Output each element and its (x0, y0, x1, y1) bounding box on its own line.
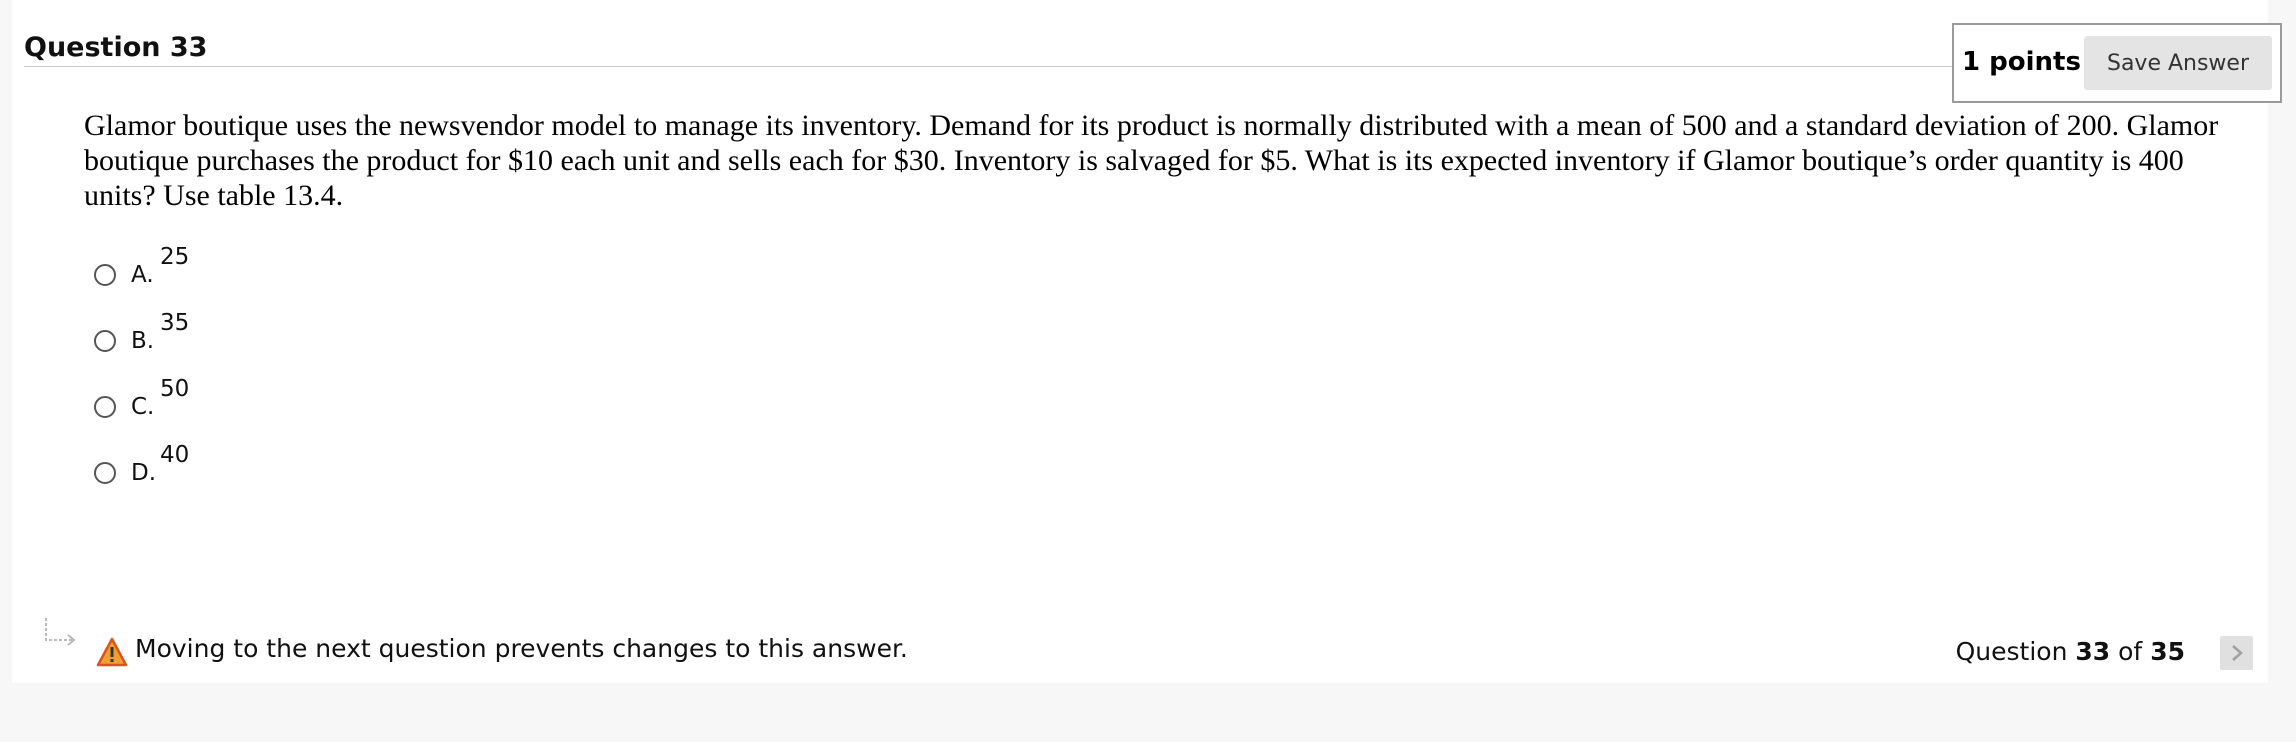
choice-d-value: 40 (160, 442, 190, 468)
question-panel: Question 33 1 points Save Answer Glamor … (12, 0, 2282, 683)
choice-b-value: 35 (160, 310, 190, 336)
question-pager: Question 33 of 35 (1956, 637, 2185, 666)
choice-c-value: 50 (160, 376, 190, 402)
next-question-button[interactable] (2220, 636, 2253, 670)
choice-a-radio[interactable] (94, 264, 116, 286)
choice-b-radio[interactable] (94, 330, 116, 352)
points-label: 1 points (1962, 47, 2081, 77)
choice-a-value: 25 (160, 244, 190, 270)
return-arrow-icon (45, 618, 76, 646)
pager-current: 33 (2075, 637, 2111, 666)
question-title: Question 33 (24, 32, 208, 63)
choice-d-letter: D. (131, 460, 157, 486)
choice-a[interactable]: A. 25 (94, 244, 294, 294)
title-divider (24, 66, 1954, 67)
warning-triangle-icon (96, 637, 128, 667)
choice-a-letter: A. (131, 262, 154, 288)
choice-d-radio[interactable] (94, 462, 116, 484)
choice-c-letter: C. (131, 394, 155, 420)
choice-c-radio[interactable] (94, 396, 116, 418)
pager-of: of (2118, 637, 2143, 666)
chevron-right-icon (2231, 645, 2243, 661)
question-text: Glamor boutique uses the newsvendor mode… (84, 109, 2219, 212)
choice-c[interactable]: C. 50 (94, 376, 294, 426)
pager-total: 35 (2150, 637, 2185, 666)
save-answer-button[interactable]: Save Answer (2084, 36, 2272, 90)
choice-b[interactable]: B. 35 (94, 310, 294, 360)
pager-prefix: Question (1955, 637, 2068, 666)
points-box: 1 points Save Answer (1952, 23, 2282, 103)
warning-message: Moving to the next question prevents cha… (135, 634, 908, 663)
choice-b-letter: B. (131, 328, 155, 354)
choice-d[interactable]: D. 40 (94, 442, 294, 492)
